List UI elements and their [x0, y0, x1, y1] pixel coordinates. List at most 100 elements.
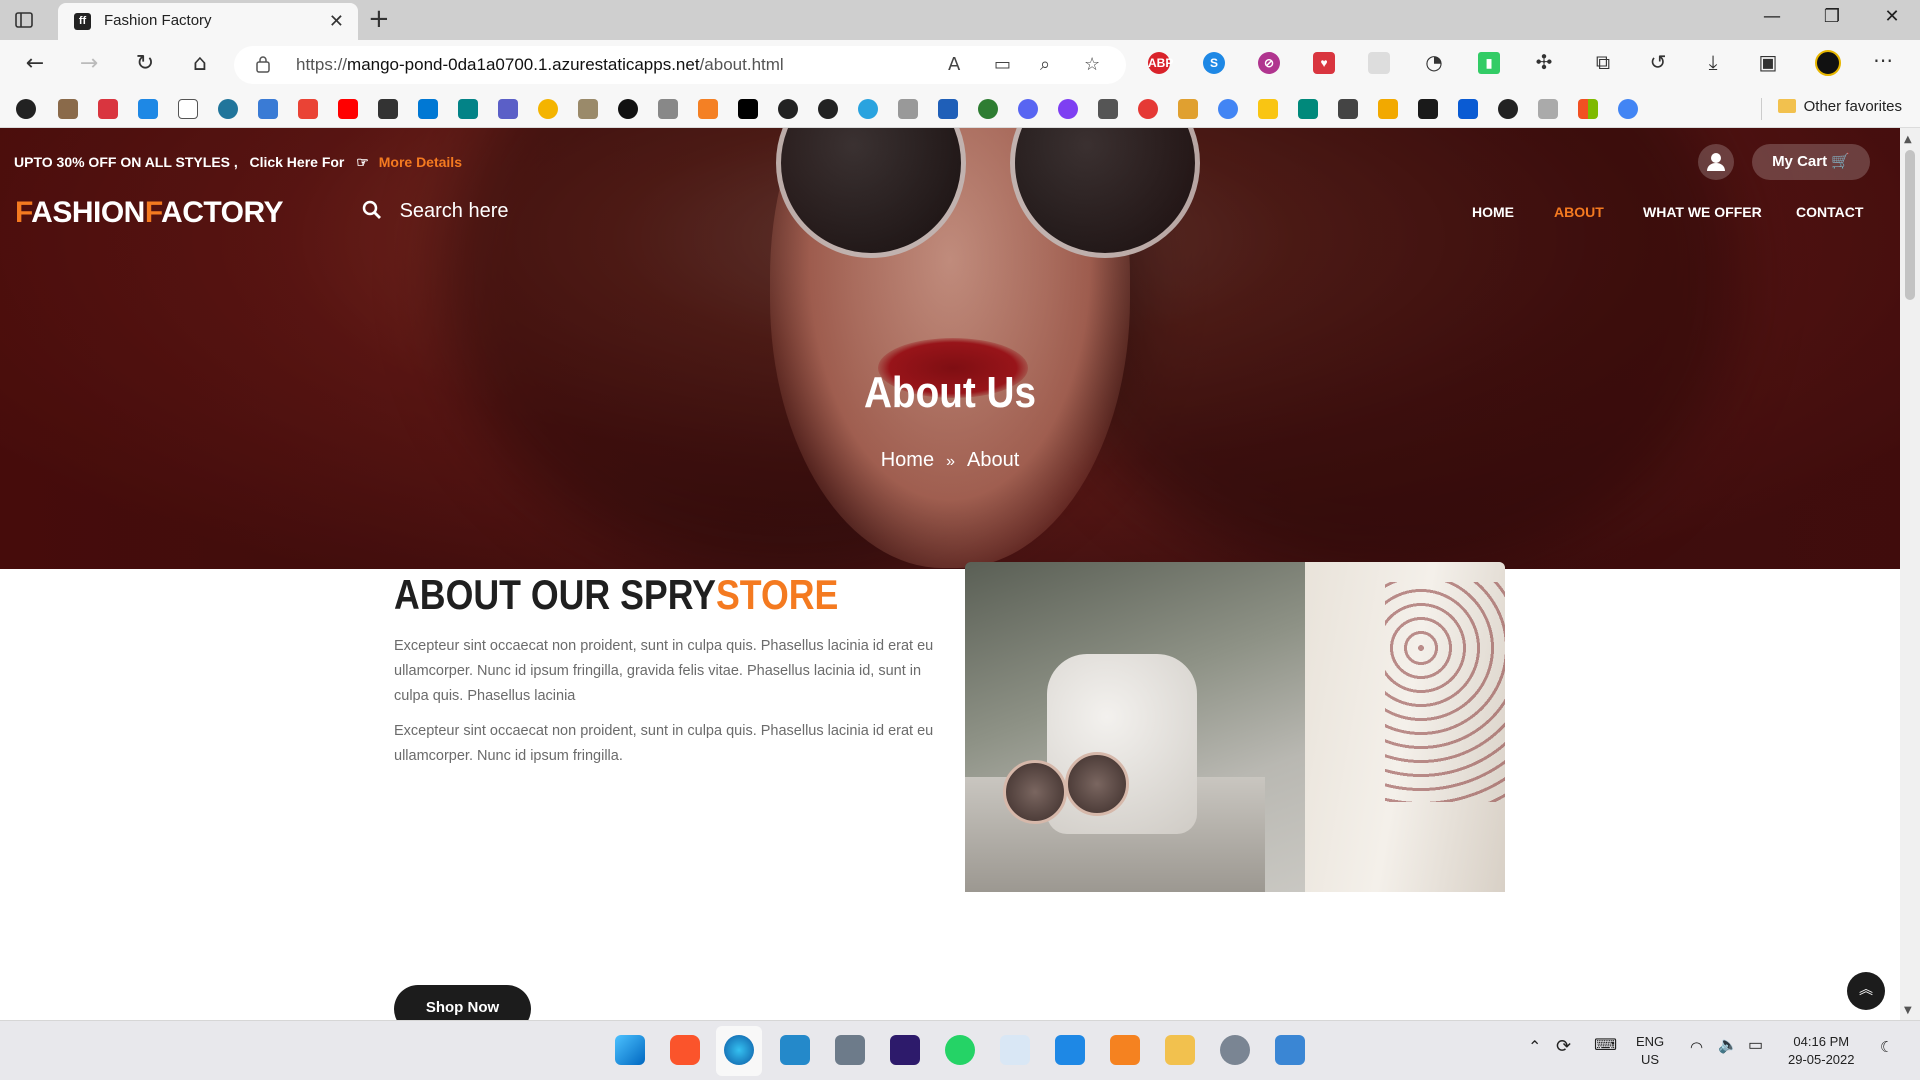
bookmark-light-icon[interactable]: [1538, 99, 1558, 119]
nav-about[interactable]: ABOUT: [1554, 204, 1604, 220]
bookmark-google2-icon[interactable]: [1618, 99, 1638, 119]
bookmark-gray-icon[interactable]: [898, 99, 918, 119]
bookmark-cc-icon[interactable]: [1098, 99, 1118, 119]
site-search[interactable]: Search here: [362, 200, 509, 223]
shazam-icon[interactable]: S: [1203, 52, 1225, 74]
bookmark-google-icon[interactable]: [1218, 99, 1238, 119]
tray-chevron-up-icon[interactable]: ⌃: [1528, 1039, 1541, 1057]
downloads-icon[interactable]: ⤓: [1700, 50, 1726, 74]
bookmark-square-icon[interactable]: [258, 99, 278, 119]
bookmark-shield-icon[interactable]: [938, 99, 958, 119]
read-aloud-icon[interactable]: A: [948, 54, 960, 75]
brave-icon[interactable]: [670, 1035, 700, 1065]
bookmark-box-icon[interactable]: [1378, 99, 1398, 119]
breadcrumb-home[interactable]: Home: [881, 449, 934, 471]
add-favorite-icon[interactable]: ☆: [1084, 54, 1100, 75]
settings-icon[interactable]: [1220, 1035, 1250, 1065]
battery-icon[interactable]: ▭: [1748, 1037, 1763, 1055]
bookmark-red-icon[interactable]: [1138, 99, 1158, 119]
bookmark-sharepoint-icon[interactable]: [458, 99, 478, 119]
bookmark-hackerrank-icon[interactable]: [738, 99, 758, 119]
bookmark-is-icon[interactable]: [138, 99, 158, 119]
history-icon[interactable]: ↺: [1645, 50, 1671, 74]
amazon-music-icon[interactable]: [890, 1035, 920, 1065]
more-menu-icon[interactable]: ⋯: [1870, 48, 1896, 72]
bookmark-dots-icon[interactable]: [378, 99, 398, 119]
bookmark-gmail-icon[interactable]: [298, 99, 318, 119]
restore-icon[interactable]: ❐: [1812, 6, 1852, 27]
browser-tab-active[interactable]: ff Fashion Factory ✕: [58, 3, 358, 40]
wifi-icon[interactable]: ◠: [1690, 1039, 1703, 1057]
bookmark-image-icon[interactable]: [578, 99, 598, 119]
close-tab-icon[interactable]: ✕: [329, 11, 344, 32]
bookmark-u-icon[interactable]: [1058, 99, 1078, 119]
profile-avatar[interactable]: [1815, 50, 1841, 76]
zoom-icon[interactable]: ⌕: [1040, 54, 1050, 75]
notepad-icon[interactable]: [1055, 1035, 1085, 1065]
bookmark-1-icon[interactable]: [16, 99, 36, 119]
bookmark-loader-icon[interactable]: [538, 99, 558, 119]
camera-icon[interactable]: [835, 1035, 865, 1065]
bookmark-pdf-icon[interactable]: [98, 99, 118, 119]
bookmark-pencil-icon[interactable]: [1178, 99, 1198, 119]
bookmark-2-icon[interactable]: [58, 99, 78, 119]
bookmark-discord-icon[interactable]: [1018, 99, 1038, 119]
bookmark-green-icon[interactable]: [978, 99, 998, 119]
back-icon[interactable]: ←: [20, 51, 50, 76]
scroll-down-icon[interactable]: ▼: [1904, 1005, 1912, 1016]
vx-extension-icon[interactable]: ▣: [1755, 50, 1781, 74]
bookmark-wordpress-icon[interactable]: [218, 99, 238, 119]
speedtest-icon[interactable]: ◔: [1421, 50, 1447, 74]
volume-icon[interactable]: 🔈: [1718, 1037, 1738, 1055]
bookmark-grid-icon[interactable]: [658, 99, 678, 119]
bookmark-meet-icon[interactable]: [1298, 99, 1318, 119]
tab-actions-icon[interactable]: [14, 10, 34, 30]
block-extension-icon[interactable]: ⊘: [1258, 52, 1280, 74]
forward-icon[interactable]: →: [74, 51, 104, 76]
edge-icon[interactable]: [724, 1035, 754, 1065]
refresh-icon[interactable]: ↻: [130, 51, 160, 76]
color-extension-icon[interactable]: ▮: [1478, 52, 1500, 74]
pocket-icon[interactable]: ♥: [1313, 52, 1335, 74]
home-icon[interactable]: ⌂: [185, 51, 215, 76]
new-tab-icon[interactable]: +: [368, 4, 390, 34]
performance-icon[interactable]: [1000, 1035, 1030, 1065]
nav-contact[interactable]: CONTACT: [1796, 204, 1863, 220]
photos-icon[interactable]: [1275, 1035, 1305, 1065]
window-close-icon[interactable]: ✕: [1872, 6, 1912, 27]
vscode-icon[interactable]: [780, 1035, 810, 1065]
collections-icon[interactable]: ⧉: [1590, 50, 1616, 74]
sync-icon[interactable]: ⟳: [1556, 1037, 1571, 1055]
bookmark-github2-icon[interactable]: [818, 99, 838, 119]
bookmark-azure-icon[interactable]: [1458, 99, 1478, 119]
reader-view-icon[interactable]: ▭: [994, 54, 1011, 75]
keyboard-icon[interactable]: ⌨: [1594, 1037, 1617, 1055]
back-to-top-button[interactable]: ︽: [1847, 972, 1885, 1010]
bookmark-circle-icon[interactable]: [618, 99, 638, 119]
bookmark-spider-icon[interactable]: [1498, 99, 1518, 119]
page-scrollbar[interactable]: ▲ ▼: [1900, 128, 1920, 1020]
scroll-up-icon[interactable]: ▲: [1904, 134, 1912, 145]
other-favorites[interactable]: Other favorites: [1777, 98, 1902, 115]
bookmark-github-icon[interactable]: [778, 99, 798, 119]
more-details-link[interactable]: More Details: [379, 154, 462, 170]
bookmark-usf-icon[interactable]: [1418, 99, 1438, 119]
nav-home[interactable]: HOME: [1472, 204, 1514, 220]
bookmark-outlook-icon[interactable]: [418, 99, 438, 119]
bookmark-microsoft-icon[interactable]: [1578, 99, 1598, 119]
minimize-icon[interactable]: —: [1752, 6, 1792, 27]
scrollbar-thumb[interactable]: [1905, 150, 1915, 300]
extension-blank-icon[interactable]: [1368, 52, 1390, 74]
adblock-icon[interactable]: ABP: [1148, 52, 1173, 74]
extensions-icon[interactable]: ✣: [1531, 50, 1557, 74]
focus-assist-icon[interactable]: ☾: [1880, 1039, 1893, 1057]
virtualbox-icon[interactable]: [1110, 1035, 1140, 1065]
language-indicator[interactable]: ENG US: [1636, 1033, 1664, 1069]
account-button[interactable]: [1698, 144, 1734, 180]
nav-what-we-offer[interactable]: WHAT WE OFFER: [1643, 204, 1762, 220]
shop-now-button[interactable]: Shop Now: [394, 985, 531, 1020]
file-explorer-icon[interactable]: [1165, 1035, 1195, 1065]
bookmark-telegram-icon[interactable]: [858, 99, 878, 119]
bookmark-stack-icon[interactable]: [698, 99, 718, 119]
my-cart-button[interactable]: My Cart 🛒: [1752, 144, 1870, 180]
